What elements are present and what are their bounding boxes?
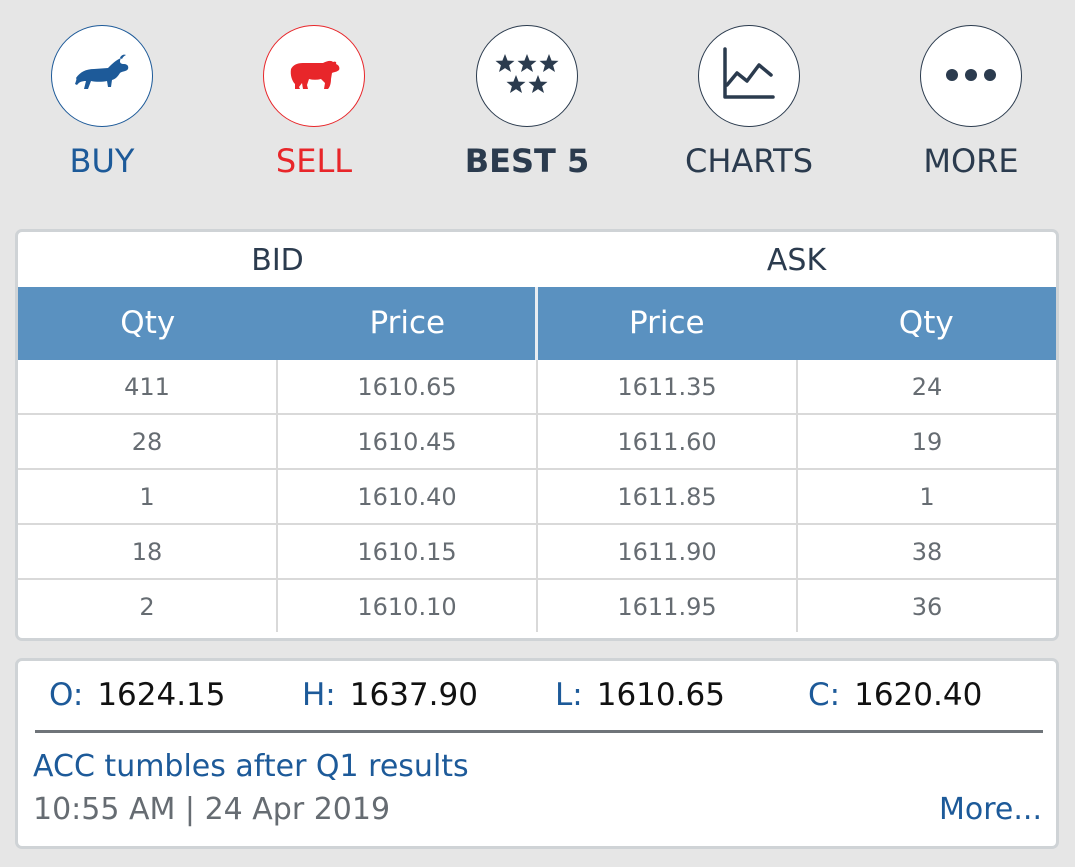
more-button[interactable]: MORE: [871, 25, 1071, 195]
table-row: 28 1610.45 1611.60 19: [18, 415, 1056, 470]
column-header-bid-price: Price: [369, 305, 446, 341]
more-icon-circle[interactable]: [920, 25, 1022, 127]
bid-price-cell: 1610.45: [278, 415, 538, 468]
divider: [35, 730, 1043, 733]
high-value: 1637.90: [349, 677, 478, 713]
sell-icon-circle[interactable]: [263, 25, 365, 127]
bid-qty-cell: 18: [18, 525, 278, 578]
column-header-ask-qty: Qty: [898, 305, 954, 341]
news-timestamp: 10:55 AM | 24 Apr 2019: [33, 792, 391, 827]
ask-qty-cell: 1: [919, 483, 935, 511]
bull-icon: [74, 54, 130, 98]
low-value: 1610.65: [596, 677, 725, 713]
open-value: 1624.15: [97, 677, 226, 713]
bear-icon: [287, 57, 341, 95]
charts-icon-circle[interactable]: [698, 25, 800, 127]
ask-qty-cell: 24: [911, 373, 943, 401]
bid-price-cell: 1610.40: [278, 470, 538, 523]
low-label: L:: [555, 677, 583, 713]
action-bar: BUY SELL BEST 5 CHARTS MORE: [0, 0, 1075, 215]
stars-icon: [494, 52, 560, 100]
table-row: 2 1610.10 1611.95 36: [18, 580, 1056, 632]
ask-price-cell: 1611.35: [538, 360, 798, 413]
high-label: H:: [302, 677, 336, 713]
ask-price-cell: 1611.60: [538, 415, 798, 468]
line-chart-icon: [721, 47, 777, 105]
open-stat: O: 1624.15: [49, 675, 226, 715]
table-row: 1 1610.40 1611.85 1: [18, 470, 1056, 525]
close-value: 1620.40: [854, 677, 983, 713]
ask-qty-cell: 38: [911, 538, 943, 566]
column-header-ask-price: Price: [628, 305, 705, 341]
buy-label: BUY: [69, 142, 135, 180]
ask-price-cell: 1611.85: [538, 470, 798, 523]
news-more-link[interactable]: More...: [939, 790, 1042, 830]
buy-icon-circle[interactable]: [51, 25, 153, 127]
charts-label: CHARTS: [684, 142, 814, 180]
ohlc-row: O: 1624.15 H: 1637.90 L: 1610.65 C: 1620.40: [18, 661, 1056, 733]
column-header-bid-qty: Qty: [120, 305, 176, 341]
best-5-label: BEST 5: [464, 142, 590, 180]
high-stat: H: 1637.90: [302, 675, 478, 715]
buy-button[interactable]: BUY: [2, 25, 202, 195]
news-headline-link[interactable]: ACC tumbles after Q1 results: [33, 747, 469, 787]
table-row: 411 1610.65 1611.35 24: [18, 360, 1056, 415]
more-label: MORE: [923, 142, 1019, 180]
bid-price-cell: 1610.10: [278, 580, 538, 632]
ask-qty-cell: 19: [911, 428, 943, 456]
ask-heading: ASK: [766, 243, 827, 278]
bid-heading: BID: [251, 243, 304, 278]
market-depth-table: BID ASK Qty Price Price Qty 411 1610.65 …: [15, 229, 1059, 641]
close-stat: C: 1620.40: [808, 675, 982, 715]
quote-summary-card: O: 1624.15 H: 1637.90 L: 1610.65 C: 1620.40 …: [15, 658, 1059, 849]
open-label: O:: [49, 677, 84, 713]
bid-price-cell: 1610.65: [278, 360, 538, 413]
bid-qty-cell: 2: [18, 580, 278, 632]
bid-price-cell: 1610.15: [278, 525, 538, 578]
depth-side-headers: BID ASK: [18, 232, 1056, 287]
ask-price-cell: 1611.90: [538, 525, 798, 578]
table-row: 18 1610.15 1611.90 38: [18, 525, 1056, 580]
ellipsis-icon: [945, 67, 997, 86]
close-label: C:: [808, 677, 841, 713]
sell-label: SELL: [275, 142, 353, 180]
bid-qty-cell: 411: [18, 360, 278, 413]
depth-column-headers: Qty Price Price Qty: [18, 287, 1056, 360]
low-stat: L: 1610.65: [555, 675, 725, 715]
sell-button[interactable]: SELL: [214, 25, 414, 195]
ask-qty-cell: 36: [911, 593, 943, 621]
column-divider: [535, 287, 538, 360]
bid-qty-cell: 28: [18, 415, 278, 468]
charts-button[interactable]: CHARTS: [649, 25, 849, 195]
ask-price-cell: 1611.95: [538, 580, 798, 632]
bid-qty-cell: 1: [18, 470, 278, 523]
best-5-icon-circle[interactable]: [476, 25, 578, 127]
best-5-button[interactable]: BEST 5: [427, 25, 627, 195]
